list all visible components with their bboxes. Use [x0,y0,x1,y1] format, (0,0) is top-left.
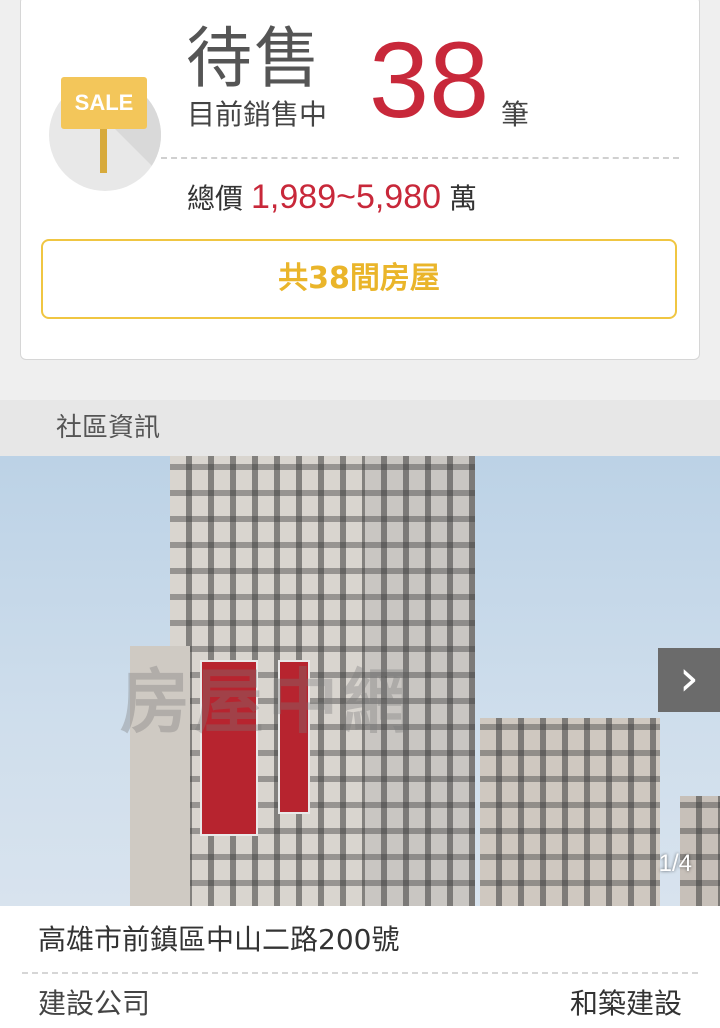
builder-label: 建設公司 [38,987,151,1020]
section-title: 社區資訊 [56,413,161,443]
sale-sign-pole [100,129,107,173]
sales-summary-card: SALE 待售 目前銷售中 38 筆 總價 1,989~5,980 萬 共38間房屋 [20,0,700,360]
chevron-right-icon: › [679,649,699,707]
next-image-button[interactable]: › [658,648,720,712]
summary-divider [161,157,679,159]
total-price-unit: 萬 [449,182,478,215]
info-divider [22,972,698,974]
community-info: 高雄市前鎮區中山二路200號 建設公司 和築建設 [0,906,720,1028]
status-title: 待售 [186,20,322,97]
community-section-header: 社區資訊 [0,400,720,456]
sale-sign-icon: SALE [61,77,147,129]
gallery-counter: 1/4 [658,850,692,877]
listing-count: 38 [369,19,490,140]
community-address: 高雄市前鎮區中山二路200號 [38,923,400,956]
total-price-range: 1,989~5,980 [251,178,442,216]
builder-value: 和築建設 [569,987,682,1020]
total-price-label: 總價 [187,182,244,215]
listing-count-unit: 筆 [501,98,530,131]
view-all-houses-button[interactable]: 共38間房屋 [41,239,677,319]
status-subtitle: 目前銷售中 [187,98,328,131]
watermark-text: 房屋中網 [120,661,416,743]
community-photo-gallery[interactable]: 房屋中網 › 1/4 [0,456,720,906]
total-price-row: 總價 1,989~5,980 萬 [187,177,477,219]
